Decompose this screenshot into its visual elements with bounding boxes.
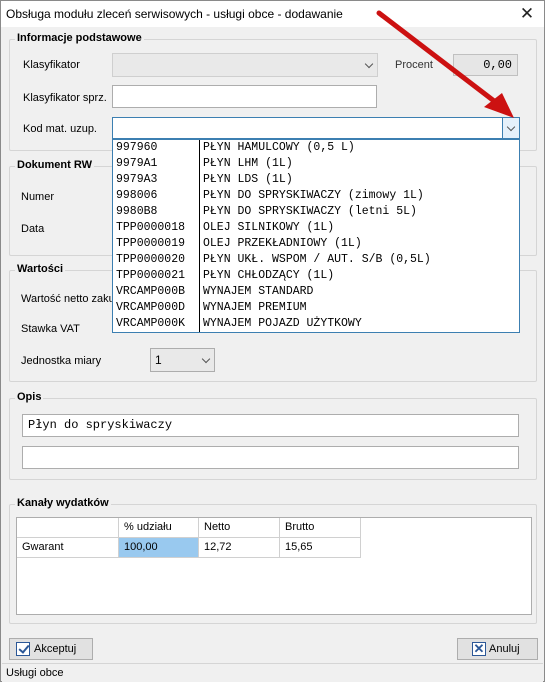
annotation-arrow xyxy=(376,10,514,118)
annotation-arrow-shaft xyxy=(376,10,501,107)
dialog-window: Obsługa modułu zleceń serwisowych - usłu… xyxy=(0,0,545,682)
